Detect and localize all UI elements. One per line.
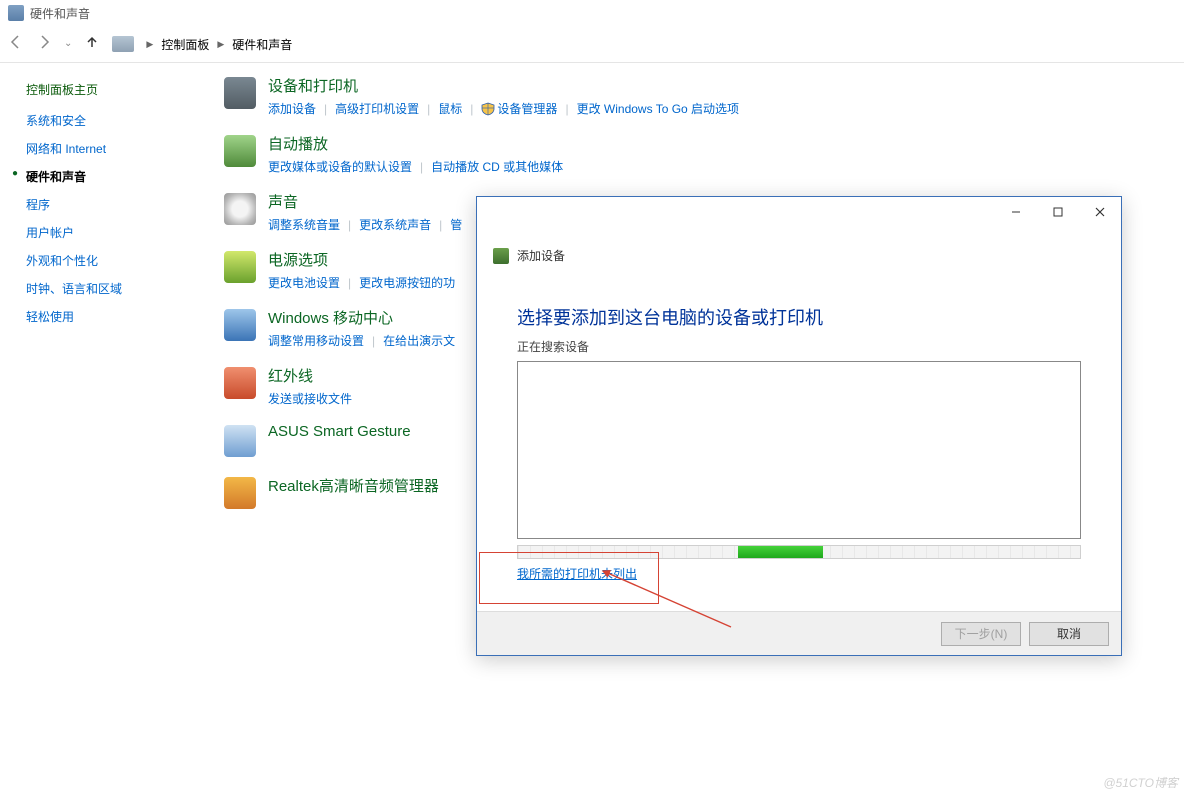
navigation-bar: ⌄ ▶ 控制面板 ▶ 硬件和声音 [0, 26, 1184, 62]
dialog-titlebar [477, 197, 1121, 227]
category-icon [220, 307, 260, 343]
category-title[interactable]: 电源选项 [268, 249, 455, 270]
dialog-searching-label: 正在搜索设备 [517, 338, 1081, 355]
add-device-dialog: 添加设备 选择要添加到这台电脑的设备或打印机 正在搜索设备 我所需的打印机未列出… [476, 196, 1122, 656]
chevron-right-icon: ▶ [146, 39, 153, 50]
category-link[interactable]: 添加设备 [268, 100, 316, 117]
category-icon [220, 133, 260, 169]
progress-bar [517, 545, 1081, 559]
category-link[interactable]: 发送或接收文件 [268, 390, 352, 407]
back-button[interactable] [8, 34, 24, 54]
shield-icon [481, 102, 495, 116]
up-button[interactable] [84, 34, 100, 54]
chevron-right-icon: ▶ [217, 39, 224, 50]
dialog-header: 添加设备 [477, 227, 1121, 270]
category-link[interactable]: 自动播放 CD 或其他媒体 [431, 158, 563, 175]
category-icon [220, 249, 260, 285]
category-link[interactable]: 鼠标 [438, 100, 462, 117]
breadcrumb-icon [112, 36, 134, 52]
category-title[interactable]: 红外线 [268, 365, 352, 386]
category-title[interactable]: 自动播放 [268, 133, 563, 154]
sidebar-heading[interactable]: 控制面板主页 [26, 81, 200, 98]
forward-button[interactable] [36, 34, 52, 54]
category-link[interactable]: 更改 Windows To Go 启动选项 [577, 100, 739, 117]
recent-dropdown[interactable]: ⌄ [64, 39, 72, 49]
category-links: 更改媒体或设备的默认设置|自动播放 CD 或其他媒体 [268, 158, 563, 175]
category-link[interactable]: 更改媒体或设备的默认设置 [268, 158, 412, 175]
sidebar-item[interactable]: 轻松使用 [26, 308, 200, 325]
dialog-instruction: 选择要添加到这台电脑的设备或打印机 [517, 304, 1081, 330]
category-link[interactable]: 更改电池设置 [268, 274, 340, 291]
category-icon [220, 423, 260, 459]
breadcrumb-current[interactable]: 硬件和声音 [232, 36, 292, 53]
category-links: 调整系统音量|更改系统声音|管 [268, 216, 462, 233]
category-link[interactable]: 调整常用移动设置 [268, 332, 364, 349]
category-link[interactable]: 设备管理器 [497, 100, 557, 117]
window-titlebar: 硬件和声音 [0, 0, 1184, 26]
category-icon [220, 75, 260, 111]
breadcrumb-root[interactable]: 控制面板 [161, 36, 209, 53]
dialog-footer: 下一步(N) 取消 [477, 611, 1121, 655]
category-link[interactable]: 更改系统声音 [359, 216, 431, 233]
category-link[interactable]: 高级打印机设置 [335, 100, 419, 117]
close-button[interactable] [1079, 198, 1121, 226]
breadcrumb[interactable]: ▶ 控制面板 ▶ 硬件和声音 [112, 36, 292, 53]
printer-not-listed-link[interactable]: 我所需的打印机未列出 [517, 565, 637, 582]
sidebar-item[interactable]: 外观和个性化 [26, 252, 200, 269]
app-icon [8, 5, 24, 21]
maximize-button[interactable] [1037, 198, 1079, 226]
dialog-title: 添加设备 [517, 247, 565, 264]
category-row: 设备和打印机添加设备|高级打印机设置|鼠标|设备管理器|更改 Windows T… [220, 75, 1184, 117]
category-link[interactable]: 调整系统音量 [268, 216, 340, 233]
sidebar-item[interactable]: 程序 [26, 196, 200, 213]
add-device-icon [493, 248, 509, 264]
sidebar: 控制面板主页 系统和安全网络和 Internet 硬件和声音程序用户帐户外观和个性… [0, 63, 210, 527]
category-link[interactable]: 在给出演示文 [383, 332, 455, 349]
category-title[interactable]: Realtek高清晰音频管理器 [268, 475, 439, 496]
sidebar-item[interactable]: 用户帐户 [26, 224, 200, 241]
category-icon [220, 475, 260, 511]
category-links: 发送或接收文件 [268, 390, 352, 407]
category-title[interactable]: 设备和打印机 [268, 75, 739, 96]
sidebar-item[interactable]: 网络和 Internet [26, 140, 200, 157]
sidebar-item[interactable]: 系统和安全 [26, 112, 200, 129]
category-title[interactable]: Windows 移动中心 [268, 307, 455, 328]
cancel-button[interactable]: 取消 [1029, 622, 1109, 646]
sidebar-item[interactable]: 时钟、语言和区域 [26, 280, 200, 297]
watermark: @51CTO博客 [1103, 774, 1178, 791]
category-link[interactable]: 更改电源按钮的功 [359, 274, 455, 291]
minimize-button[interactable] [995, 198, 1037, 226]
category-icon [220, 191, 260, 227]
category-row: 自动播放更改媒体或设备的默认设置|自动播放 CD 或其他媒体 [220, 133, 1184, 175]
device-listbox[interactable] [517, 361, 1081, 539]
next-button[interactable]: 下一步(N) [941, 622, 1021, 646]
category-links: 添加设备|高级打印机设置|鼠标|设备管理器|更改 Windows To Go 启… [268, 100, 739, 117]
window-title: 硬件和声音 [30, 5, 90, 22]
category-title[interactable]: 声音 [268, 191, 462, 212]
category-icon [220, 365, 260, 401]
category-links: 调整常用移动设置|在给出演示文 [268, 332, 455, 349]
category-links: 更改电池设置|更改电源按钮的功 [268, 274, 455, 291]
category-link[interactable]: 管 [450, 216, 462, 233]
sidebar-item[interactable]: 硬件和声音 [26, 168, 200, 185]
category-title[interactable]: ASUS Smart Gesture [268, 423, 411, 440]
